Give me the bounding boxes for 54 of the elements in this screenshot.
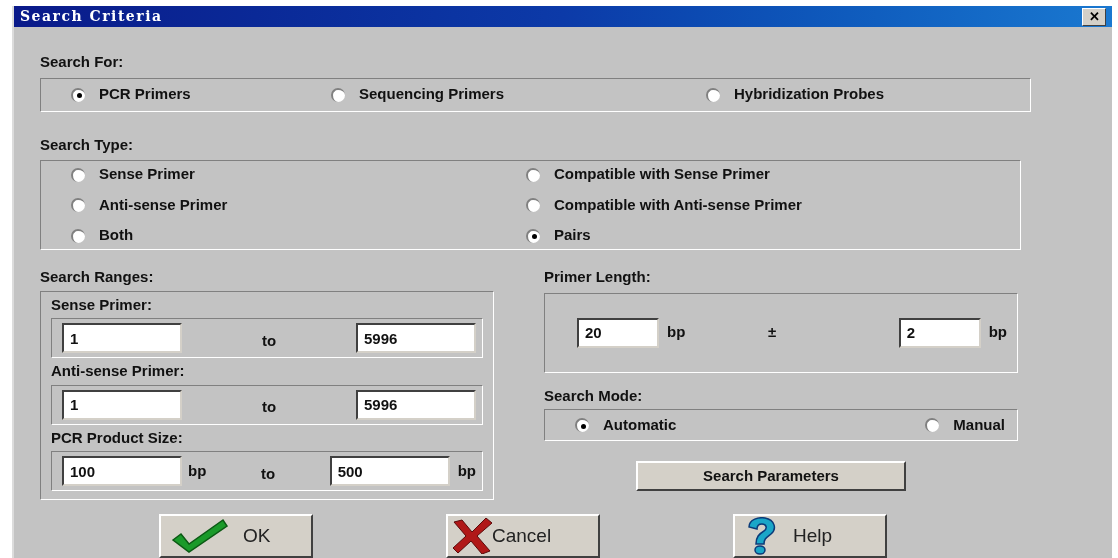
- radio-button[interactable]: [331, 87, 345, 102]
- to-label: to: [259, 463, 277, 484]
- search-parameters-button[interactable]: Search Parameters: [636, 461, 906, 491]
- number-field[interactable]: 500: [329, 456, 450, 486]
- radio-button[interactable]: [71, 167, 85, 182]
- group-label: Search For:: [40, 52, 125, 72]
- radio-button[interactable]: [71, 198, 85, 212]
- cancel-button[interactable]: Cancel: [446, 514, 600, 558]
- radio-label: PCR Primers: [99, 84, 191, 105]
- radio-button[interactable]: [706, 87, 720, 102]
- radio-label: Sequencing Primers: [359, 84, 505, 105]
- help-button[interactable]: Help: [733, 514, 887, 558]
- cross-icon: [452, 518, 492, 554]
- number-field[interactable]: 1: [62, 389, 182, 420]
- group-label: Search Mode:: [544, 385, 644, 406]
- window-title: Search Criteria: [20, 7, 163, 26]
- radio-label: Compatible with Sense Primer: [554, 164, 770, 185]
- radio-button[interactable]: [526, 167, 540, 182]
- number-field[interactable]: 5996: [356, 323, 476, 353]
- radio-button[interactable]: [526, 228, 540, 243]
- radio-label: Sense Primer: [99, 164, 195, 185]
- radio-button[interactable]: [575, 418, 589, 432]
- group-label: Search Ranges:: [40, 267, 155, 287]
- radio-label: Hybridization Probes: [734, 84, 885, 105]
- group-label: Search Type:: [40, 134, 135, 155]
- radio-label: Automatic: [603, 414, 677, 435]
- radio-label: Pairs: [554, 225, 591, 246]
- group-label: Sense Primer:: [51, 294, 153, 315]
- radio-label: Anti-sense Primer: [99, 194, 228, 215]
- unit-label: bp: [988, 322, 1007, 343]
- to-label: to: [260, 397, 278, 418]
- radio-label: Both: [99, 225, 134, 246]
- unit-label: bp: [457, 460, 476, 481]
- to-label: to: [260, 330, 278, 351]
- radio-label: Compatible with Anti-sense Primer: [554, 194, 802, 215]
- plus-minus-label: ±: [767, 322, 777, 343]
- radio-button[interactable]: [71, 87, 85, 102]
- ok-button[interactable]: OK: [159, 514, 313, 558]
- number-field[interactable]: 100: [62, 456, 182, 486]
- radio-label: Manual: [953, 414, 1005, 435]
- check-icon: [171, 518, 229, 554]
- number-field[interactable]: 5996: [356, 389, 476, 420]
- unit-label: bp: [188, 460, 207, 481]
- number-field[interactable]: 2: [898, 317, 981, 348]
- unit-label: bp: [667, 322, 686, 343]
- number-field[interactable]: 20: [577, 317, 659, 348]
- group-label: Primer Length:: [544, 267, 652, 287]
- close-button[interactable]: ✕: [1082, 7, 1106, 26]
- radio-button[interactable]: [925, 418, 940, 432]
- number-field[interactable]: 1: [62, 323, 182, 353]
- group-label: Anti-sense Primer:: [51, 361, 186, 381]
- group-label: PCR Product Size:: [51, 427, 184, 448]
- radio-button[interactable]: [526, 198, 540, 212]
- radio-button[interactable]: [71, 228, 85, 243]
